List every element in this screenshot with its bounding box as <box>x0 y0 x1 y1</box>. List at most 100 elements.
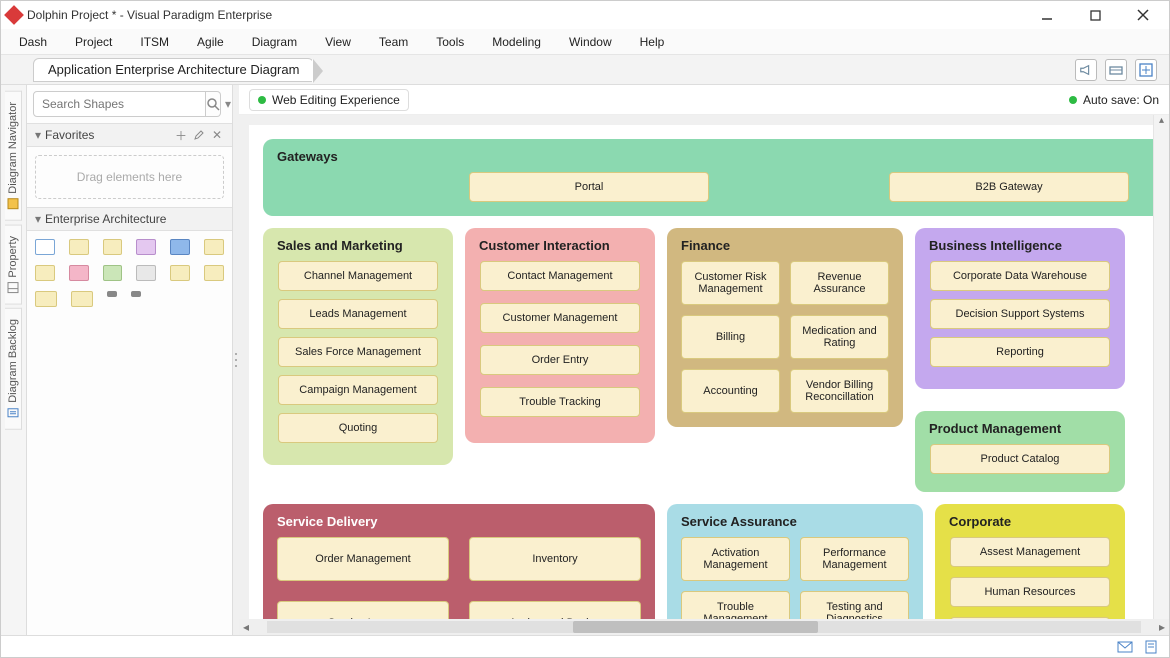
group-gateways[interactable]: Gateways Portal B2B Gateway <box>263 139 1153 216</box>
megaphone-icon[interactable] <box>1075 59 1097 81</box>
sales-item[interactable]: Campaign Management <box>278 375 438 405</box>
group-business-intelligence[interactable]: Business Intelligence Corporate Data War… <box>915 228 1125 389</box>
palette-shape[interactable] <box>136 239 156 255</box>
canvas[interactable]: Gateways Portal B2B Gateway Sales and Ma… <box>249 125 1153 619</box>
document-icon[interactable] <box>1143 639 1159 655</box>
finance-item[interactable]: Medication and Rating <box>790 315 889 359</box>
palette-shape[interactable] <box>170 265 190 281</box>
assurance-item[interactable]: Activation Management <box>681 537 790 581</box>
minimize-button[interactable] <box>1033 5 1061 25</box>
search-input[interactable] <box>33 91 206 117</box>
group-customer-interaction[interactable]: Customer Interaction Contact Management … <box>465 228 655 443</box>
palette-shape[interactable] <box>35 239 55 255</box>
customer-item[interactable]: Contact Management <box>480 261 640 291</box>
mail-icon[interactable] <box>1117 639 1133 655</box>
palette-header[interactable]: ▾ Enterprise Architecture <box>27 207 232 231</box>
edit-favorite-icon[interactable] <box>192 128 206 142</box>
sales-item[interactable]: Sales Force Management <box>278 337 438 367</box>
favorites-dropzone[interactable]: Drag elements here <box>35 155 224 199</box>
group-corporate[interactable]: Corporate Assest Management Human Resour… <box>935 504 1125 619</box>
scroll-left-arrow[interactable]: ◂ <box>239 620 253 634</box>
menu-tools[interactable]: Tools <box>436 35 464 49</box>
menu-diagram[interactable]: Diagram <box>252 35 297 49</box>
menu-window[interactable]: Window <box>569 35 612 49</box>
palette-shape[interactable] <box>136 265 156 281</box>
canvas-scroll[interactable]: Gateways Portal B2B Gateway Sales and Ma… <box>239 115 1153 619</box>
gateway-item[interactable]: Portal <box>469 172 709 202</box>
horizontal-scrollbar[interactable]: ◂ ▸ <box>239 619 1169 635</box>
delivery-item[interactable]: Service Image <box>277 601 449 619</box>
new-diagram-icon[interactable] <box>1135 59 1157 81</box>
menu-itsm[interactable]: ITSM <box>140 35 169 49</box>
delivery-item[interactable]: Inventory <box>469 537 641 581</box>
menu-project[interactable]: Project <box>75 35 112 49</box>
finance-item[interactable]: Vendor Billing Reconcillation <box>790 369 889 413</box>
diagram-tab[interactable]: Application Enterprise Architecture Diag… <box>33 58 314 82</box>
group-service-assurance[interactable]: Service Assurance Activation Management … <box>667 504 923 619</box>
side-tab-backlog[interactable]: Diagram Backlog <box>5 308 22 430</box>
palette-shape[interactable] <box>103 239 123 255</box>
favorites-header[interactable]: ▾ Favorites ＋ ✕ <box>27 123 232 147</box>
corporate-item[interactable]: Assest Management <box>950 537 1110 567</box>
bi-item[interactable]: Decision Support Systems <box>930 299 1110 329</box>
search-button[interactable] <box>206 91 221 117</box>
assurance-item[interactable]: Testing and Diagnostics <box>800 591 909 619</box>
scroll-up-arrow[interactable]: ▴ <box>1154 115 1169 129</box>
palette-shape[interactable] <box>69 239 89 255</box>
menu-dash[interactable]: Dash <box>19 35 47 49</box>
sales-item[interactable]: Quoting <box>278 413 438 443</box>
customer-item[interactable]: Order Entry <box>480 345 640 375</box>
palette-shape[interactable] <box>103 265 123 281</box>
assurance-item[interactable]: Trouble Management <box>681 591 790 619</box>
palette-shape[interactable] <box>204 265 224 281</box>
side-tab-property[interactable]: Property <box>5 225 22 305</box>
maximize-button[interactable] <box>1081 5 1109 25</box>
layout-icon[interactable] <box>1105 59 1127 81</box>
group-finance[interactable]: Finance Customer Risk Management Revenue… <box>667 228 903 427</box>
group-product-management[interactable]: Product Management Product Catalog <box>915 411 1125 492</box>
palette-shape[interactable] <box>35 291 57 307</box>
palette-connector[interactable] <box>131 291 141 297</box>
close-favorite-icon[interactable]: ✕ <box>210 128 224 142</box>
menu-modeling[interactable]: Modeling <box>492 35 541 49</box>
scroll-track[interactable] <box>267 621 1141 633</box>
sales-item[interactable]: Leads Management <box>278 299 438 329</box>
product-item[interactable]: Product Catalog <box>930 444 1110 474</box>
delivery-item[interactable]: Order Management <box>277 537 449 581</box>
add-favorite-icon[interactable]: ＋ <box>174 128 188 142</box>
autosave-status[interactable]: Auto save: On <box>1069 93 1159 107</box>
menu-help[interactable]: Help <box>640 35 665 49</box>
gateway-item[interactable]: B2B Gateway <box>889 172 1129 202</box>
group-sales-marketing[interactable]: Sales and Marketing Channel Management L… <box>263 228 453 465</box>
finance-item[interactable]: Customer Risk Management <box>681 261 780 305</box>
delivery-item[interactable]: Assign and Design <box>469 601 641 619</box>
editing-status[interactable]: Web Editing Experience <box>249 89 409 111</box>
finance-item[interactable]: Revenue Assurance <box>790 261 889 305</box>
assurance-item[interactable]: Performance Management <box>800 537 909 581</box>
scroll-thumb[interactable] <box>573 621 818 633</box>
search-dropdown[interactable]: ▾ <box>225 97 231 111</box>
palette-connector[interactable] <box>107 291 117 297</box>
finance-item[interactable]: Billing <box>681 315 780 359</box>
sales-item[interactable]: Channel Management <box>278 261 438 291</box>
close-button[interactable] <box>1129 5 1157 25</box>
menu-view[interactable]: View <box>325 35 351 49</box>
bi-item[interactable]: Reporting <box>930 337 1110 367</box>
scroll-right-arrow[interactable]: ▸ <box>1155 620 1169 634</box>
palette-shape[interactable] <box>35 265 55 281</box>
corporate-item[interactable]: Human Resources <box>950 577 1110 607</box>
bi-item[interactable]: Corporate Data Warehouse <box>930 261 1110 291</box>
palette-shape[interactable] <box>204 239 224 255</box>
palette-shape[interactable] <box>69 265 89 281</box>
customer-item[interactable]: Customer Management <box>480 303 640 333</box>
palette-shape[interactable] <box>71 291 93 307</box>
vertical-scrollbar[interactable]: ▴ <box>1153 115 1169 619</box>
menu-agile[interactable]: Agile <box>197 35 224 49</box>
corporate-item[interactable]: Tax and Regulatory <box>950 617 1110 619</box>
finance-item[interactable]: Accounting <box>681 369 780 413</box>
side-tab-navigator[interactable]: Diagram Navigator <box>5 91 22 221</box>
customer-item[interactable]: Trouble Tracking <box>480 387 640 417</box>
group-service-delivery[interactable]: Service Delivery Order Management Invent… <box>263 504 655 619</box>
menu-team[interactable]: Team <box>379 35 408 49</box>
palette-shape[interactable] <box>170 239 190 255</box>
